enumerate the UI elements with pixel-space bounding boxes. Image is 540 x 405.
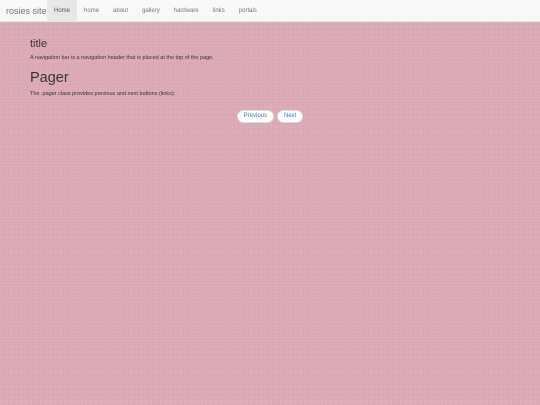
previous-button[interactable]: Previous [236,110,274,123]
nav-item-gallery[interactable]: gallery [135,0,167,21]
nav-item-home[interactable]: home [77,0,106,21]
nav-item-portals[interactable]: portals [232,0,264,21]
main-content: title A navigation bar is a navigation h… [30,37,510,98]
section-description: A navigation bar is a navigation header … [30,55,214,61]
nav-item-home-active[interactable]: Home [47,0,78,21]
nav-item-hardware[interactable]: hardware [167,0,206,21]
nav-item-links[interactable]: links [206,0,232,21]
navbar: rosies site Home home about gallery hard… [0,0,540,22]
nav-menu: Home home about gallery hardware links p… [47,0,264,21]
next-button[interactable]: Next [277,110,304,123]
pager: Previous Next [0,110,540,123]
nav-item-about[interactable]: about [106,0,135,21]
section-title: title [30,38,48,50]
brand-link[interactable]: rosies site [0,0,47,21]
pager-description: The .pager class provides previous and n… [30,91,176,97]
pager-heading: Pager [30,70,69,86]
